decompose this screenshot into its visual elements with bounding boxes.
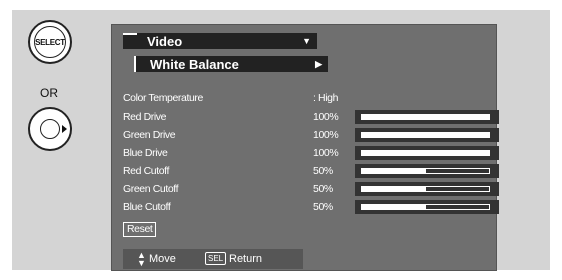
setting-value: 100% <box>313 111 339 123</box>
level-slider[interactable] <box>355 200 499 214</box>
level-slider[interactable] <box>355 182 499 196</box>
return-label: Return <box>229 253 263 265</box>
setting-label: Blue Cutoff <box>123 201 171 213</box>
right-arrow-icon <box>40 119 67 139</box>
up-down-arrow-icon: ▲ ▼ <box>137 250 146 268</box>
move-label: Move <box>149 253 176 265</box>
sel-key-icon: SEL <box>205 252 227 265</box>
key-guide-bar: ▲ ▼ Move SEL Return <box>123 249 303 269</box>
level-fill <box>362 115 489 119</box>
level-slider[interactable] <box>355 146 499 160</box>
select-button-label: SELECT <box>35 37 65 47</box>
setting-label: Red Drive <box>123 111 167 123</box>
select-button[interactable]: SELECT <box>28 20 72 64</box>
menu-video-label: Video <box>147 33 183 49</box>
menu-white-balance[interactable]: White Balance ▶ <box>134 56 328 72</box>
level-fill <box>362 133 489 137</box>
right-arrow-button[interactable] <box>28 107 72 151</box>
setting-value: 50% <box>313 201 333 213</box>
or-label: OR <box>40 86 58 100</box>
chevron-down-icon: ▼ <box>302 36 311 46</box>
chevron-right-icon: ▶ <box>315 59 322 69</box>
setting-value: 100% <box>313 147 339 159</box>
setting-value: 50% <box>313 165 333 177</box>
setting-label: Red Cutoff <box>123 165 170 177</box>
menu-white-balance-label: White Balance <box>150 56 239 72</box>
setting-label: Green Drive <box>123 129 176 141</box>
setting-value: : High <box>313 92 339 104</box>
setting-label: Blue Drive <box>123 147 168 159</box>
level-fill <box>362 205 426 209</box>
menu-video[interactable]: Video ▼ <box>123 33 317 49</box>
setting-label: Green Cutoff <box>123 183 179 195</box>
level-slider[interactable] <box>355 164 499 178</box>
level-slider[interactable] <box>355 110 499 124</box>
setting-label: Color Temperature <box>123 92 203 104</box>
level-slider[interactable] <box>355 128 499 142</box>
osd-menu-screen: Video ▼ White Balance ▶ Color Temperatur… <box>111 24 499 271</box>
level-fill <box>362 169 426 173</box>
setting-value: 100% <box>313 129 339 141</box>
reset-button[interactable]: Reset <box>123 222 157 237</box>
level-fill <box>362 151 489 155</box>
setting-value: 50% <box>313 183 333 195</box>
level-fill <box>362 187 426 191</box>
